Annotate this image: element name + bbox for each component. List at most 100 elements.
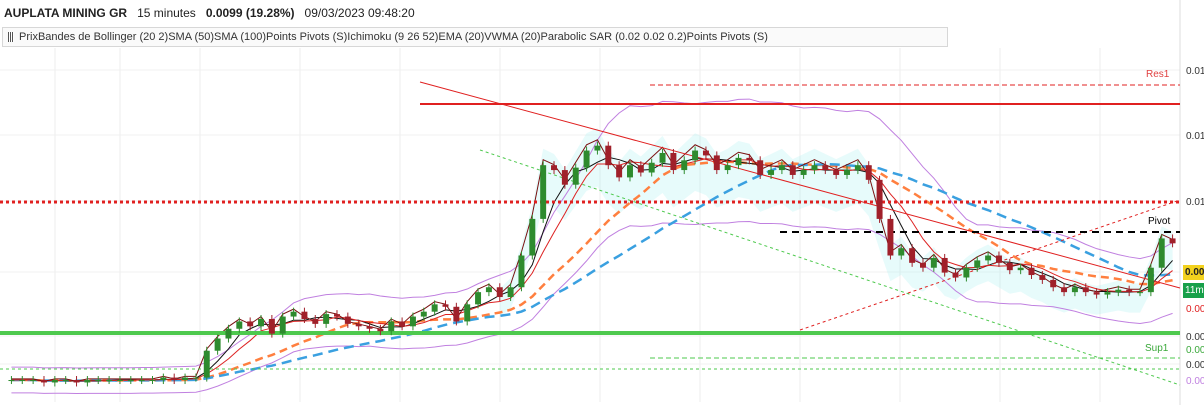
candle-body [876, 179, 883, 219]
candle-body [540, 165, 547, 219]
candle-body [73, 380, 80, 383]
candle-body [930, 257, 937, 268]
candle-body [724, 165, 731, 171]
y-tick-label: 0.01 [1186, 197, 1204, 208]
candle-body [171, 377, 178, 381]
candle-body [1061, 287, 1068, 293]
candle-body [768, 170, 775, 175]
candle-body [1006, 262, 1013, 271]
level-label-sup1: Sup1 [1145, 343, 1169, 354]
candle-body [485, 287, 492, 293]
level-label-res1: Res1 [1146, 69, 1170, 80]
candle-body [963, 267, 970, 278]
candle-body [1104, 292, 1111, 295]
y-tick-label: 0.00 [1186, 360, 1204, 371]
candle-body [833, 170, 840, 175]
candle-body [203, 350, 210, 378]
candle-body [572, 167, 579, 185]
candle-body [30, 380, 37, 382]
candle-body [388, 321, 395, 332]
candle-body [507, 287, 514, 298]
candle-body [40, 380, 47, 383]
candle-body [475, 292, 482, 305]
candle-body [496, 287, 503, 298]
y-tick-label: 0.01 [1186, 66, 1204, 77]
y-tick-label: 0.01 [1186, 131, 1204, 142]
candle-body [192, 377, 199, 379]
candle-body [561, 170, 568, 185]
candle-body [214, 338, 221, 351]
candle [171, 373, 178, 385]
candle-body [62, 380, 69, 382]
candle-body [225, 328, 232, 339]
candle-body [312, 318, 319, 324]
candle [323, 310, 330, 328]
candle-body [692, 150, 699, 161]
candle [225, 324, 232, 343]
candle-body [1137, 292, 1144, 294]
right-value-label: 0.00 [1186, 376, 1204, 387]
candle-body [865, 165, 872, 180]
right-value-label: 0.00 [1186, 304, 1204, 315]
candle-body [268, 318, 275, 334]
price-chart[interactable]: Res1 Pivot Sup1 0.00 0.01 0.01 0.01 0.00 0.00 0.0… [0, 0, 1204, 405]
candle [40, 376, 47, 387]
candle [887, 214, 894, 260]
candle [106, 376, 113, 385]
candle-body [735, 157, 742, 166]
last-price-tag: 0.00 [1183, 265, 1204, 280]
axis-labels: Res1 Pivot Sup1 0.00 0.01 0.01 0.01 0.00 0.00 0.0… [1145, 66, 1204, 387]
candle-body [19, 380, 26, 382]
candle-body [746, 157, 753, 161]
candle-body [1028, 267, 1035, 276]
candle-body [985, 255, 992, 261]
candle-body [51, 380, 58, 383]
candle-body [1158, 238, 1165, 268]
candle-body [529, 218, 536, 256]
candle-body [648, 162, 655, 173]
candle-body [659, 152, 666, 163]
candle-body [1082, 287, 1089, 293]
candle-body [138, 380, 145, 382]
candle-body [974, 260, 981, 268]
candle-body [116, 380, 123, 382]
candle-body [301, 311, 308, 319]
candle-body [583, 150, 590, 168]
candle-body [323, 314, 330, 324]
candle-body [898, 248, 905, 256]
candle-body [366, 326, 373, 329]
candle-body [247, 321, 254, 327]
candle-body [605, 145, 612, 166]
candle-body [637, 165, 644, 173]
candle-body [594, 145, 601, 151]
candle [529, 214, 536, 260]
candle-body [355, 323, 362, 327]
candle-body [1147, 267, 1154, 293]
candle-body [1071, 287, 1078, 293]
candle [247, 317, 254, 331]
candle-body [453, 306, 460, 322]
candle-body [1169, 238, 1176, 244]
candle-body [160, 377, 167, 381]
candle-body [800, 170, 807, 175]
candle [149, 376, 156, 385]
indicator-lines [11, 81, 1181, 394]
candle-body [279, 316, 286, 334]
candle [214, 334, 221, 355]
candle [30, 376, 37, 385]
candle [95, 376, 102, 385]
candle-body [236, 321, 243, 329]
candle-body [290, 311, 297, 317]
candle-body [8, 380, 15, 382]
level-value-label: 0.00 [1186, 345, 1204, 356]
candle-body [670, 152, 677, 171]
candle [160, 373, 167, 385]
candle [203, 346, 210, 382]
level-label-pivot: Pivot [1148, 216, 1170, 227]
candle-body [84, 380, 91, 383]
candle-body [551, 165, 558, 171]
volume-tag: 11m [1183, 283, 1204, 298]
candle-body [844, 170, 851, 175]
candle-body [941, 257, 948, 273]
candle [73, 376, 80, 387]
